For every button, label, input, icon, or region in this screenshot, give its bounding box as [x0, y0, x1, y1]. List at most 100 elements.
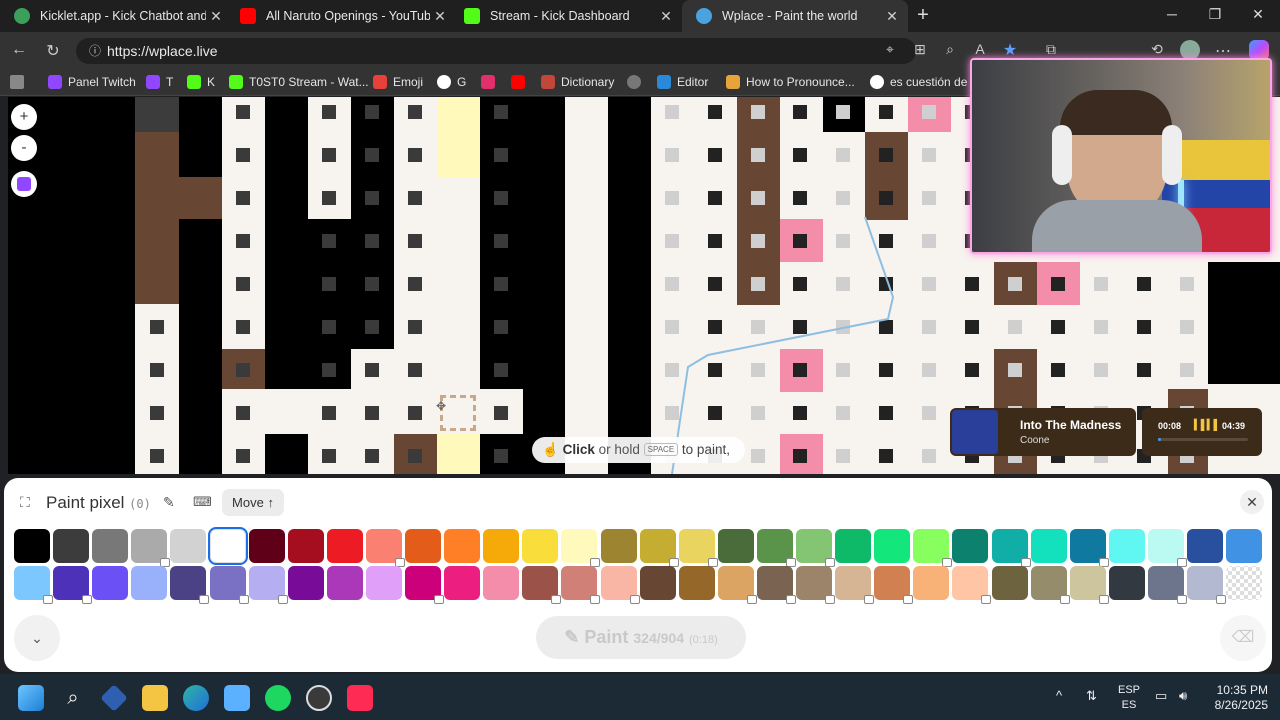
bookmark-youtube[interactable]: [511, 73, 531, 91]
apps-icon[interactable]: ⊞: [909, 41, 931, 58]
bookmark-how-to-pronounce[interactable]: How to Pronounce...: [726, 73, 855, 91]
close-tab-icon[interactable]: ✕: [206, 8, 226, 25]
tab-youtube[interactable]: All Naruto Openings - YouTube ✕: [226, 0, 456, 32]
color-swatch[interactable]: [248, 529, 285, 563]
location-icon[interactable]: ⌖: [879, 41, 901, 58]
extensions-icon[interactable]: ⧉: [1040, 41, 1062, 58]
bookmark-editor[interactable]: Editor: [657, 73, 708, 91]
bookmark-k[interactable]: K: [187, 73, 215, 91]
eraser-button[interactable]: ⌫: [1220, 615, 1266, 661]
color-swatch[interactable]: [874, 529, 911, 563]
color-swatch[interactable]: [991, 566, 1028, 600]
obs-icon[interactable]: [306, 685, 332, 711]
bookmark-es-cuestion[interactable]: es cuestión de ti: [870, 73, 970, 91]
color-swatch[interactable]: [405, 529, 441, 563]
color-swatch[interactable]: [1030, 529, 1067, 563]
start-icon[interactable]: [18, 685, 44, 711]
color-swatch[interactable]: [444, 566, 481, 600]
keyboard-icon[interactable]: ⌨: [193, 494, 212, 510]
close-tab-icon[interactable]: ✕: [882, 8, 902, 25]
close-tab-icon[interactable]: ✕: [430, 8, 450, 25]
move-button[interactable]: Move ↑: [222, 489, 284, 516]
bookmark-g[interactable]: G: [437, 73, 466, 91]
pencil-icon[interactable]: ✎: [163, 494, 175, 511]
color-swatch[interactable]: [53, 529, 90, 563]
bookmark-panel-twitch[interactable]: Panel Twitch: [48, 73, 136, 91]
color-swatch[interactable]: [326, 529, 363, 563]
expand-icon[interactable]: ⛶: [20, 494, 30, 511]
bookmarks-apps-icon[interactable]: [10, 73, 30, 91]
tray-chevron-icon[interactable]: ^: [1056, 688, 1062, 703]
spotify-icon[interactable]: [265, 685, 291, 711]
color-swatch[interactable]: [207, 527, 248, 565]
maximize-icon[interactable]: ❐: [1203, 6, 1227, 26]
track-title: Into The Madness: [1020, 418, 1122, 432]
search-icon[interactable]: ⌕: [60, 685, 86, 711]
display-icon[interactable]: ▭: [1155, 688, 1167, 704]
color-swatch[interactable]: [483, 529, 520, 563]
color-swatch[interactable]: [1226, 566, 1263, 600]
bookmark-t[interactable]: T: [146, 73, 173, 91]
bookmark-label: es cuestión de ti: [890, 75, 970, 89]
close-tab-icon[interactable]: ✕: [656, 8, 676, 25]
pixel-dot: [236, 277, 250, 291]
color-swatch[interactable]: [1108, 529, 1145, 563]
site-info-icon[interactable]: ⓘ: [84, 42, 106, 59]
color-swatch[interactable]: [1226, 529, 1263, 563]
url-input[interactable]: https://wplace.live: [76, 38, 916, 64]
color-swatch[interactable]: [1187, 529, 1223, 563]
refresh-icon[interactable]: ↻: [42, 41, 64, 61]
bookmark-dictionary[interactable]: Dictionary: [541, 73, 614, 91]
color-swatch[interactable]: [170, 529, 207, 563]
color-swatch[interactable]: [326, 566, 363, 600]
color-swatch[interactable]: [287, 529, 324, 563]
notepad-icon[interactable]: [224, 685, 250, 711]
color-swatch[interactable]: [131, 566, 168, 600]
new-tab-button[interactable]: +: [912, 5, 934, 27]
bookmark-instagram[interactable]: [481, 73, 501, 91]
language-indicator[interactable]: ESP ES: [1113, 683, 1145, 713]
color-swatch[interactable]: [92, 529, 129, 563]
file-explorer-icon[interactable]: [142, 685, 168, 711]
paint-button[interactable]: ✎ Paint 324/904 (0:18): [536, 616, 746, 659]
color-swatch[interactable]: [600, 529, 637, 563]
network-icon[interactable]: ⇅: [1086, 688, 1097, 704]
minimize-icon[interactable]: ─: [1160, 6, 1184, 26]
color-swatch[interactable]: [444, 529, 481, 563]
color-swatch[interactable]: [365, 566, 402, 600]
color-swatch[interactable]: [522, 529, 559, 563]
tab-kick-dashboard[interactable]: Stream - Kick Dashboard ✕: [450, 0, 682, 32]
favorite-star-icon[interactable]: ★: [999, 40, 1021, 60]
color-swatch[interactable]: [717, 529, 754, 563]
back-icon[interactable]: ←: [8, 41, 30, 59]
color-swatch[interactable]: [287, 566, 324, 600]
twitch-button[interactable]: [11, 171, 37, 197]
zoom-icon[interactable]: ⌕: [939, 41, 961, 58]
bookmark-openai[interactable]: [627, 73, 647, 91]
zoom-in-button[interactable]: +: [11, 104, 37, 130]
bookmark-tosto-stream[interactable]: T0ST0 Stream - Wat...: [229, 73, 369, 91]
color-swatch[interactable]: [1108, 566, 1145, 600]
color-swatch[interactable]: [913, 566, 950, 600]
zoom-out-button[interactable]: -: [11, 135, 37, 161]
color-swatch[interactable]: [483, 566, 520, 600]
read-aloud-icon[interactable]: A: [969, 41, 991, 57]
system-clock[interactable]: 10:35 PM 8/26/2025: [1208, 683, 1268, 713]
edge-icon[interactable]: [183, 685, 209, 711]
history-icon[interactable]: ⟲: [1146, 41, 1168, 58]
color-swatch[interactable]: [639, 566, 676, 600]
tab-wplace[interactable]: Wplace - Paint the world ✕: [682, 0, 908, 32]
color-swatch[interactable]: [14, 529, 50, 563]
tiktok-icon[interactable]: [347, 685, 373, 711]
color-swatch[interactable]: [92, 566, 129, 600]
color-swatch[interactable]: [835, 529, 872, 563]
color-swatch[interactable]: [952, 529, 989, 563]
collapse-panel-button[interactable]: ⌄: [14, 615, 60, 661]
volume-icon[interactable]: 🔊︎: [1179, 688, 1187, 704]
close-window-icon[interactable]: ✕: [1246, 6, 1270, 26]
color-swatch[interactable]: [678, 566, 715, 600]
lock-icon: [434, 595, 444, 604]
close-panel-button[interactable]: ✕: [1240, 490, 1264, 514]
tab-kicklet[interactable]: Kicklet.app - Kick Chatbot and Ov ✕: [0, 0, 232, 32]
bookmark-emoji[interactable]: Emoji: [373, 73, 423, 91]
